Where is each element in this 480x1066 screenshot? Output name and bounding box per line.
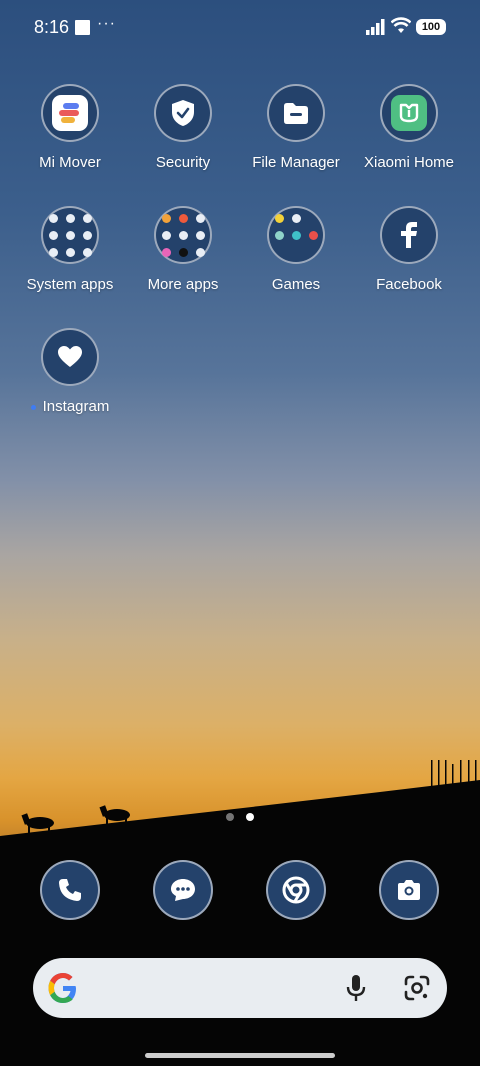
xiaomi-home-icon	[391, 95, 427, 131]
app-label: File Manager	[252, 154, 340, 171]
new-app-dot	[30, 404, 36, 410]
app-facebook[interactable]: Facebook	[349, 206, 469, 293]
folder-icon	[284, 103, 308, 124]
google-logo-icon	[48, 973, 76, 1003]
folder-grid-icon	[47, 212, 93, 258]
app-label: Security	[155, 154, 211, 171]
folder-grid-icon	[160, 212, 206, 258]
phone-icon	[59, 879, 81, 901]
status-bar: 8:16 ··· 100	[0, 0, 480, 56]
app-label: System apps	[26, 276, 114, 293]
gesture-nav-handle[interactable]	[145, 1053, 335, 1058]
folder-more-apps[interactable]: More apps	[123, 206, 243, 293]
mi-mover-icon	[52, 95, 88, 131]
facebook-icon	[401, 222, 417, 248]
folder-grid-icon	[273, 212, 319, 258]
shield-check-icon	[172, 100, 194, 126]
app-label: Facebook	[376, 276, 442, 293]
app-label: Xiaomi Home	[363, 154, 455, 171]
app-label: Instagram	[42, 398, 110, 415]
page-dot-active	[246, 813, 254, 821]
app-label: More apps	[147, 276, 219, 293]
signal-icon	[366, 19, 385, 35]
app-security[interactable]: Security	[123, 84, 243, 171]
status-time: 8:16	[34, 17, 70, 37]
app-xiaomi-home[interactable]: Xiaomi Home	[349, 84, 469, 171]
heart-icon	[58, 346, 82, 367]
app-instagram[interactable]: Instagram	[10, 328, 130, 415]
page-indicator[interactable]	[0, 808, 480, 826]
google-search-bar[interactable]	[33, 958, 447, 1018]
app-mi-mover[interactable]: Mi Mover	[10, 84, 130, 171]
dock-phone[interactable]	[40, 860, 100, 920]
wifi-icon	[391, 17, 411, 33]
folder-system-apps[interactable]: System apps	[10, 206, 130, 293]
messages-icon	[171, 879, 195, 901]
app-file-manager[interactable]: File Manager	[236, 84, 356, 171]
battery-icon: 100	[416, 19, 446, 35]
dock-messages[interactable]	[153, 860, 213, 920]
mic-icon[interactable]	[344, 974, 368, 1002]
status-overflow: ···	[97, 15, 116, 32]
app-label: Games	[271, 276, 321, 293]
dock-chrome[interactable]	[266, 860, 326, 920]
notification-square-icon	[75, 20, 90, 35]
camera-icon	[398, 880, 420, 900]
chrome-icon	[282, 876, 310, 904]
lens-icon[interactable]	[403, 974, 431, 1002]
dock-camera[interactable]	[379, 860, 439, 920]
app-label: Mi Mover	[39, 154, 101, 171]
page-dot	[226, 813, 234, 821]
folder-games[interactable]: Games	[236, 206, 356, 293]
